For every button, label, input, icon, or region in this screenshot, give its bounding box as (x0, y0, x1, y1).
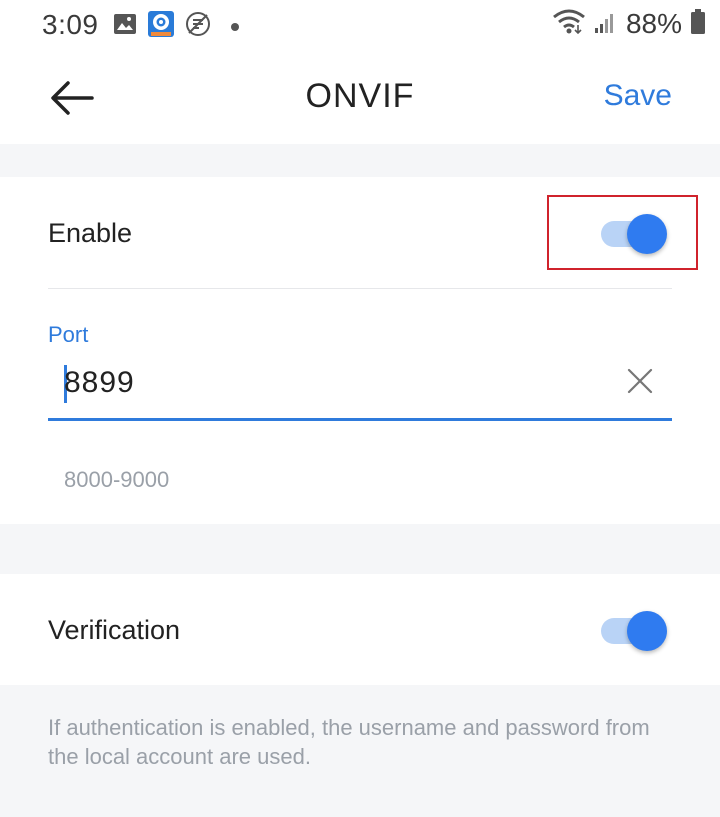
close-icon (627, 368, 653, 394)
app-bar: ONVIF Save (0, 50, 720, 144)
image-icon (113, 12, 137, 41)
signal-icon (594, 10, 618, 39)
status-bar: 3:09 88% (0, 0, 720, 50)
camera-app-icon (147, 10, 175, 43)
section-gap (0, 144, 720, 177)
verification-toggle[interactable] (601, 608, 667, 651)
battery-percent: 88% (625, 8, 682, 39)
toggle-knob (627, 611, 667, 651)
verification-label: Verification (48, 615, 181, 645)
dot-icon (231, 22, 239, 31)
save-button[interactable]: Save (604, 79, 672, 113)
section-gap (0, 524, 720, 574)
authentication-note: If authentication is enabled, the userna… (48, 715, 650, 769)
port-label: Port (48, 322, 89, 347)
port-value: 8899 (64, 366, 135, 399)
wifi-icon (552, 9, 586, 40)
port-range-hint: 8000-9000 (64, 467, 170, 492)
enable-label: Enable (48, 218, 133, 248)
status-time: 3:09 (42, 9, 99, 40)
status-left-icons (113, 10, 239, 43)
battery-icon (690, 8, 706, 40)
status-right: 88% (552, 8, 706, 40)
note-area: If authentication is enabled, the userna… (0, 685, 720, 817)
clear-button[interactable] (624, 365, 656, 397)
highlight-annotation (547, 195, 698, 270)
no-sync-icon (185, 11, 211, 42)
port-input[interactable]: 8899 (48, 355, 672, 421)
divider (48, 288, 672, 289)
